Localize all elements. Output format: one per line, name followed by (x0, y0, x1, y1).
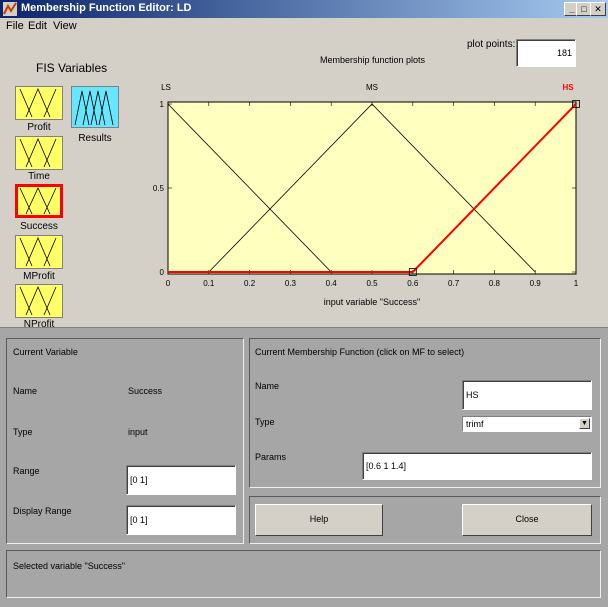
x-tick-label: 1 (574, 279, 579, 288)
var-name-label: Name (13, 386, 38, 396)
mf-thumbnail-icon (19, 187, 57, 215)
y-tick-label: 0 (160, 268, 165, 277)
window-title: Membership Function Editor: LD (21, 2, 192, 14)
mf-thumbnail-icon (19, 236, 57, 267)
mf-thumbnail-icon (19, 87, 57, 118)
dropdown-arrow-icon[interactable]: ▼ (579, 418, 590, 429)
params-label: Params (255, 452, 287, 462)
menu-view[interactable]: View (51, 19, 79, 33)
variable-profit[interactable] (15, 86, 63, 120)
title-bar: Membership Function Editor: LD _ □ ✕ (0, 0, 608, 18)
y-tick-label: 0.5 (153, 184, 165, 193)
mf-thumbnail-icon (19, 285, 57, 316)
variable-label-mprofit: MProfit (23, 271, 55, 282)
variable-label-results: Results (78, 133, 112, 144)
var-name-value: Success (128, 386, 163, 396)
variable-label-success: Success (20, 221, 58, 232)
display-range-input[interactable]: [0 1] (126, 505, 236, 535)
current-variable-header: Current Variable (13, 347, 78, 357)
variable-time[interactable] (15, 136, 63, 170)
mf-type-value: trimf (466, 419, 484, 429)
close-window-button[interactable]: ✕ (590, 2, 606, 16)
mf-type-label: Type (255, 417, 275, 427)
mf-label-ls: LS (161, 83, 171, 92)
mf-thumbnail-icon (19, 137, 57, 168)
x-tick-label: 0.2 (244, 279, 256, 288)
mf-name-label: Name (255, 381, 280, 391)
close-button[interactable]: Close (462, 504, 592, 536)
status-text: Selected variable "Success" (13, 561, 125, 571)
plot-points-input[interactable]: 181 (516, 39, 576, 67)
var-type-value: input (128, 427, 148, 437)
matlab-icon (3, 2, 17, 16)
x-tick-label: 0.9 (530, 279, 542, 288)
params-input[interactable]: [0.6 1 1.4] (362, 452, 592, 480)
menu-bar: File Edit View (0, 18, 608, 35)
variable-results[interactable] (71, 86, 119, 128)
x-tick-label: 0.6 (407, 279, 419, 288)
x-axis-label: input variable "Success" (324, 297, 420, 307)
mf-label-hs: HS (562, 83, 574, 92)
x-tick-label: 0.3 (285, 279, 297, 288)
mf-name-input[interactable]: HS (462, 380, 592, 410)
current-mf-header: Current Membership Function (click on MF… (255, 347, 465, 357)
variable-label-time: Time (28, 171, 50, 182)
plot-points-label: plot points: (467, 39, 516, 50)
var-type-label: Type (13, 427, 33, 437)
x-tick-label: 0.1 (203, 279, 215, 288)
variable-nprofit[interactable] (15, 284, 63, 318)
variable-success[interactable] (15, 184, 63, 218)
x-tick-label: 0 (166, 279, 171, 288)
display-range-label: Display Range (13, 506, 72, 516)
membership-function-plot[interactable]: 0 0.1 0.2 0.3 0.4 0.5 0.6 0.7 0.8 0.9 1 0 0.5 1 LS MS HS… (150, 80, 590, 312)
plot-area (167, 101, 577, 275)
fis-variables-header: FIS Variables (36, 61, 108, 75)
y-tick-label: 1 (160, 100, 165, 109)
x-tick-label: 0.7 (448, 279, 460, 288)
menu-file[interactable]: File (4, 19, 26, 33)
x-tick-label: 0.4 (326, 279, 338, 288)
mf-label-ms: MS (366, 83, 378, 92)
mf-type-select[interactable]: trimf ▼ (462, 416, 592, 432)
menu-edit[interactable]: Edit (26, 19, 49, 33)
help-button[interactable]: Help (255, 504, 383, 536)
plot-title: Membership function plots (320, 55, 426, 65)
mf-thumbnail-icon (74, 90, 114, 126)
variable-label-profit: Profit (27, 122, 51, 133)
x-tick-label: 0.8 (489, 279, 501, 288)
range-label: Range (13, 466, 40, 476)
range-input[interactable]: [0 1] (126, 465, 236, 495)
x-tick-label: 0.5 (366, 279, 378, 288)
variable-mprofit[interactable] (15, 235, 63, 269)
status-panel (6, 550, 601, 598)
